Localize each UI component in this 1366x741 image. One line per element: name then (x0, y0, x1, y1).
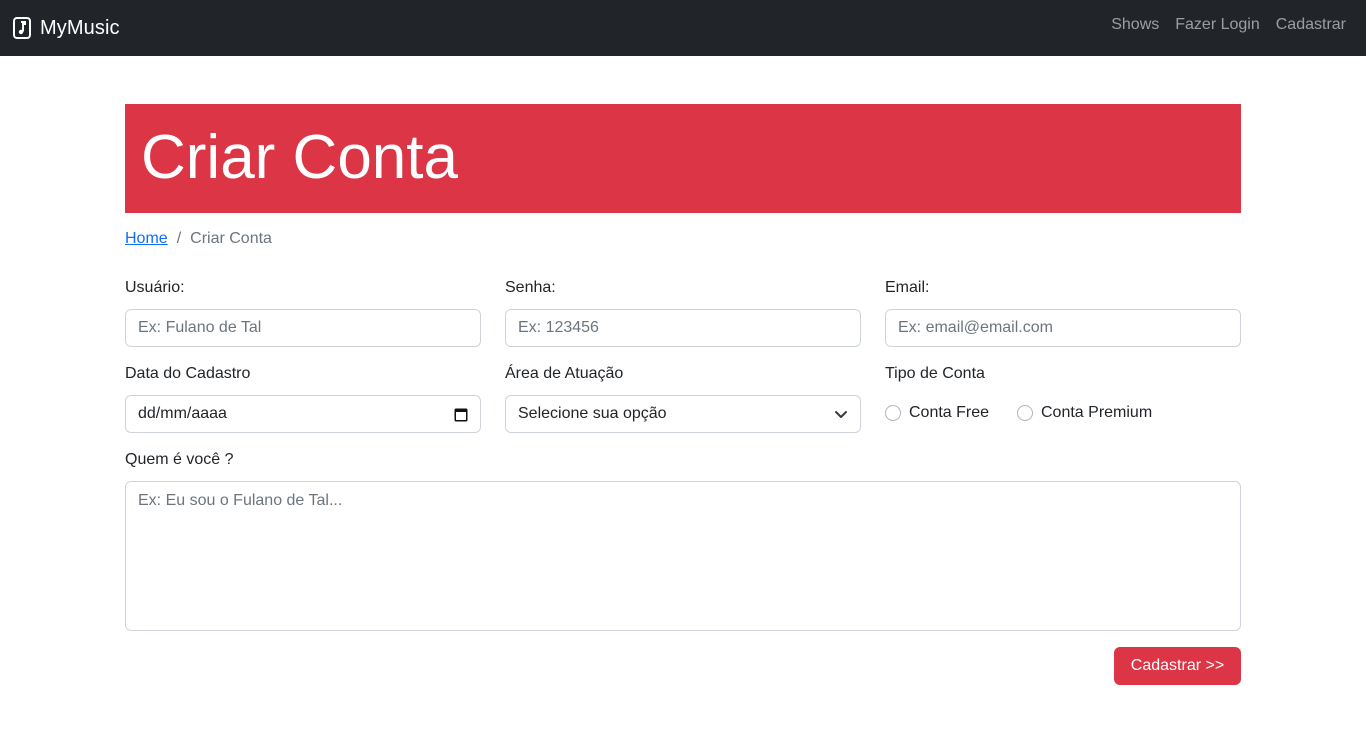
nav-link-shows[interactable]: Shows (1111, 16, 1159, 34)
quem-e-voce-label: Quem é você ? (125, 451, 234, 468)
music-note-icon (13, 17, 31, 39)
radio-conta-premium[interactable]: Conta Premium (1017, 404, 1152, 422)
radio-label-premium: Conta Premium (1041, 404, 1153, 421)
area-atuacao-selected: Selecione sua opção (518, 405, 667, 422)
usuario-input[interactable] (125, 309, 481, 347)
radio-button-free[interactable] (885, 405, 901, 421)
senha-label: Senha: (505, 279, 556, 296)
radio-button-premium[interactable] (1017, 405, 1033, 421)
email-label: Email: (885, 279, 930, 296)
page-header-banner: Criar Conta (125, 104, 1241, 213)
quem-e-voce-textarea[interactable] (125, 481, 1241, 631)
radio-label-free: Conta Free (909, 404, 990, 421)
tipo-conta-label: Tipo de Conta (885, 365, 985, 382)
email-input[interactable] (885, 309, 1241, 347)
breadcrumb-current: Criar Conta (190, 230, 272, 247)
data-cadastro-label: Data do Cadastro (125, 365, 251, 382)
radio-conta-free[interactable]: Conta Free (885, 404, 989, 422)
page-title: Criar Conta (141, 123, 458, 192)
breadcrumb-separator: / (176, 230, 182, 247)
usuario-label: Usuário: (125, 279, 185, 296)
senha-input[interactable] (505, 309, 861, 347)
breadcrumb: Home / Criar Conta (125, 230, 272, 248)
cadastrar-button[interactable]: Cadastrar >> (1114, 647, 1241, 685)
nav-link-cadastrar[interactable]: Cadastrar (1276, 16, 1346, 34)
area-atuacao-label: Área de Atuação (505, 365, 624, 382)
breadcrumb-home-link[interactable]: Home (125, 230, 168, 248)
navbar: MyMusic Shows Fazer Login Cadastrar (0, 0, 1366, 56)
brand-link[interactable]: MyMusic (13, 15, 120, 41)
nav-link-login[interactable]: Fazer Login (1175, 16, 1260, 34)
data-cadastro-value: dd/mm/aaaa (138, 405, 227, 422)
brand-name: MyMusic (40, 16, 120, 39)
area-atuacao-select[interactable]: Selecione sua opção (505, 395, 861, 433)
nav-links: Shows Fazer Login Cadastrar (1111, 16, 1346, 34)
calendar-icon[interactable] (454, 407, 468, 422)
data-cadastro-input[interactable]: dd/mm/aaaa (125, 395, 481, 433)
chevron-down-icon (835, 411, 847, 418)
